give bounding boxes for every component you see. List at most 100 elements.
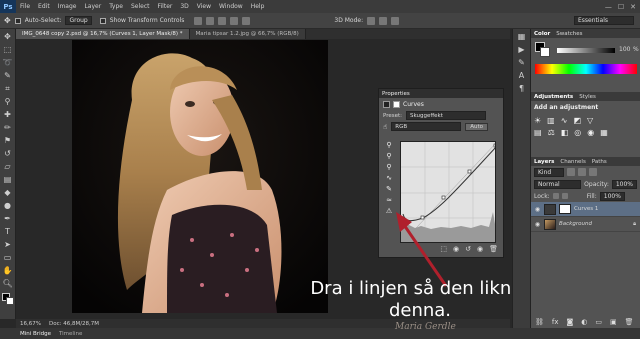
menu-file[interactable]: File: [16, 3, 34, 10]
menu-filter[interactable]: Filter: [154, 3, 177, 10]
distribute-icon[interactable]: [230, 16, 239, 25]
pencil-draw-icon[interactable]: ✎: [382, 185, 396, 196]
black-point-eyedropper-icon[interactable]: ⚲: [382, 141, 396, 152]
tab-swatches[interactable]: Swatches: [556, 31, 582, 37]
visibility-icon[interactable]: ◉: [477, 245, 483, 255]
gradient-tool-icon[interactable]: ▤: [3, 175, 13, 185]
brush-tool-icon[interactable]: ✏: [3, 123, 13, 133]
3d-pan-icon[interactable]: [391, 16, 400, 25]
menu-select[interactable]: Select: [127, 3, 154, 10]
color-balance-icon[interactable]: ⚖: [548, 128, 555, 137]
show-transform-checkbox[interactable]: [99, 17, 106, 24]
3d-rotate-icon[interactable]: [367, 16, 376, 25]
align-icon[interactable]: [206, 16, 215, 25]
layer-row-background[interactable]: ◉ Background 🔒︎: [531, 217, 640, 232]
smooth-icon[interactable]: ≈: [382, 196, 396, 207]
move-tool-icon[interactable]: ✥: [3, 32, 13, 42]
layer-name[interactable]: Background: [559, 221, 592, 227]
filter-type-icon[interactable]: [589, 168, 597, 176]
photo-filter-icon[interactable]: ◎: [574, 128, 581, 137]
close-icon[interactable]: ✕: [630, 3, 636, 11]
tab-channels[interactable]: Channels: [560, 159, 585, 165]
color-spectrum-ramp[interactable]: [535, 64, 637, 74]
align-icon[interactable]: [194, 16, 203, 25]
vibrance-icon[interactable]: ▽: [587, 116, 593, 125]
shape-tool-icon[interactable]: ▭: [3, 253, 13, 263]
white-point-eyedropper-icon[interactable]: ⚲: [382, 163, 396, 174]
tab-document-1[interactable]: IMG_0648 copy 2.psd @ 16,7% (Curves 1, L…: [16, 29, 190, 39]
auto-select-checkbox[interactable]: [14, 17, 21, 24]
layer-name[interactable]: Curves 1: [574, 206, 598, 212]
actions-panel-icon[interactable]: ▶: [517, 45, 527, 55]
layer-mask-thumb[interactable]: [559, 204, 571, 214]
zoom-tool-icon[interactable]: 🔍︎: [3, 279, 13, 289]
menu-layer[interactable]: Layer: [80, 3, 105, 10]
levels-icon[interactable]: ▥: [547, 116, 555, 125]
tab-styles[interactable]: Styles: [579, 94, 596, 100]
channel-dropdown[interactable]: RGB: [391, 122, 462, 131]
new-layer-icon[interactable]: ▣: [610, 318, 617, 326]
tab-layers[interactable]: Layers: [534, 159, 554, 165]
hand-tool-icon[interactable]: ✋: [3, 266, 13, 276]
curves-icon[interactable]: ∿: [561, 116, 568, 125]
maximize-icon[interactable]: ☐: [618, 3, 624, 11]
quick-select-icon[interactable]: ✎: [3, 71, 13, 81]
menu-type[interactable]: Type: [105, 3, 127, 10]
history-brush-icon[interactable]: ↺: [3, 149, 13, 159]
link-layers-icon[interactable]: ⛓: [535, 318, 544, 326]
tab-mini-bridge[interactable]: Mini Bridge: [20, 331, 51, 337]
visibility-eye-icon[interactable]: ◉: [534, 206, 541, 213]
menu-edit[interactable]: Edit: [34, 3, 54, 10]
k-slider[interactable]: [557, 48, 615, 53]
new-group-icon[interactable]: ▭: [595, 318, 602, 326]
hue-saturation-icon[interactable]: ▤: [534, 128, 542, 137]
background-color-swatch[interactable]: [540, 47, 550, 57]
clone-stamp-icon[interactable]: ⚑: [3, 136, 13, 146]
align-icon[interactable]: [218, 16, 227, 25]
dodge-tool-icon[interactable]: ●: [3, 201, 13, 211]
pen-tool-icon[interactable]: ✒: [3, 214, 13, 224]
minimize-icon[interactable]: —: [605, 3, 612, 11]
blend-mode-dropdown[interactable]: Normal: [534, 179, 582, 189]
add-mask-icon[interactable]: ◙: [567, 318, 574, 326]
workspace-dropdown[interactable]: Essentials: [574, 16, 634, 25]
filter-pixel-icon[interactable]: [567, 168, 575, 176]
channel-mixer-icon[interactable]: ◉: [587, 128, 594, 137]
layer-mask-icon[interactable]: [393, 100, 400, 108]
menu-view[interactable]: View: [193, 3, 215, 10]
menu-window[interactable]: Window: [215, 3, 247, 10]
preset-dropdown[interactable]: Skuggeffekt: [406, 111, 487, 120]
healing-brush-icon[interactable]: ✚: [3, 110, 13, 120]
background-color-swatch[interactable]: [6, 297, 14, 305]
distribute-icon[interactable]: [242, 16, 251, 25]
k-value[interactable]: 100: [619, 46, 630, 53]
paragraph-panel-icon[interactable]: ¶: [517, 84, 527, 94]
hand-adjust-icon[interactable]: ☝: [383, 123, 387, 131]
fill-field[interactable]: 100%: [599, 191, 625, 201]
menu-help[interactable]: Help: [247, 3, 269, 10]
type-tool-icon[interactable]: T: [3, 227, 13, 237]
character-panel-icon[interactable]: A: [517, 71, 527, 81]
exposure-icon[interactable]: ◩: [573, 116, 581, 125]
gray-point-eyedropper-icon[interactable]: ⚲: [382, 152, 396, 163]
visibility-eye-icon[interactable]: ◉: [534, 221, 541, 228]
black-white-icon[interactable]: ◧: [561, 128, 569, 137]
view-previous-icon[interactable]: ◉: [453, 245, 459, 255]
eyedropper-tool-icon[interactable]: ⚲: [3, 97, 13, 107]
menu-3d[interactable]: 3D: [176, 3, 192, 10]
delete-icon[interactable]: 🗑︎: [489, 245, 498, 255]
eraser-tool-icon[interactable]: ▱: [3, 162, 13, 172]
layer-row-curves[interactable]: ◉ Curves 1: [531, 202, 640, 217]
tab-color[interactable]: Color: [534, 31, 550, 37]
filter-adjustment-icon[interactable]: [578, 168, 586, 176]
3d-roll-icon[interactable]: [379, 16, 388, 25]
brightness-icon[interactable]: ☀: [534, 116, 541, 125]
crop-tool-icon[interactable]: ⌗: [3, 84, 13, 94]
tab-document-2[interactable]: Maria tipsar 1.2.jpg @ 66,7% (RGB/8): [189, 29, 306, 39]
history-panel-icon[interactable]: ▦: [517, 32, 527, 42]
zoom-level[interactable]: 16,67%: [20, 321, 41, 327]
auto-select-dropdown[interactable]: Group: [65, 16, 92, 25]
kind-filter-dropdown[interactable]: Kind: [534, 167, 564, 177]
brush-panel-icon[interactable]: ✎: [517, 58, 527, 68]
move-tool-icon[interactable]: ✥: [4, 16, 11, 25]
